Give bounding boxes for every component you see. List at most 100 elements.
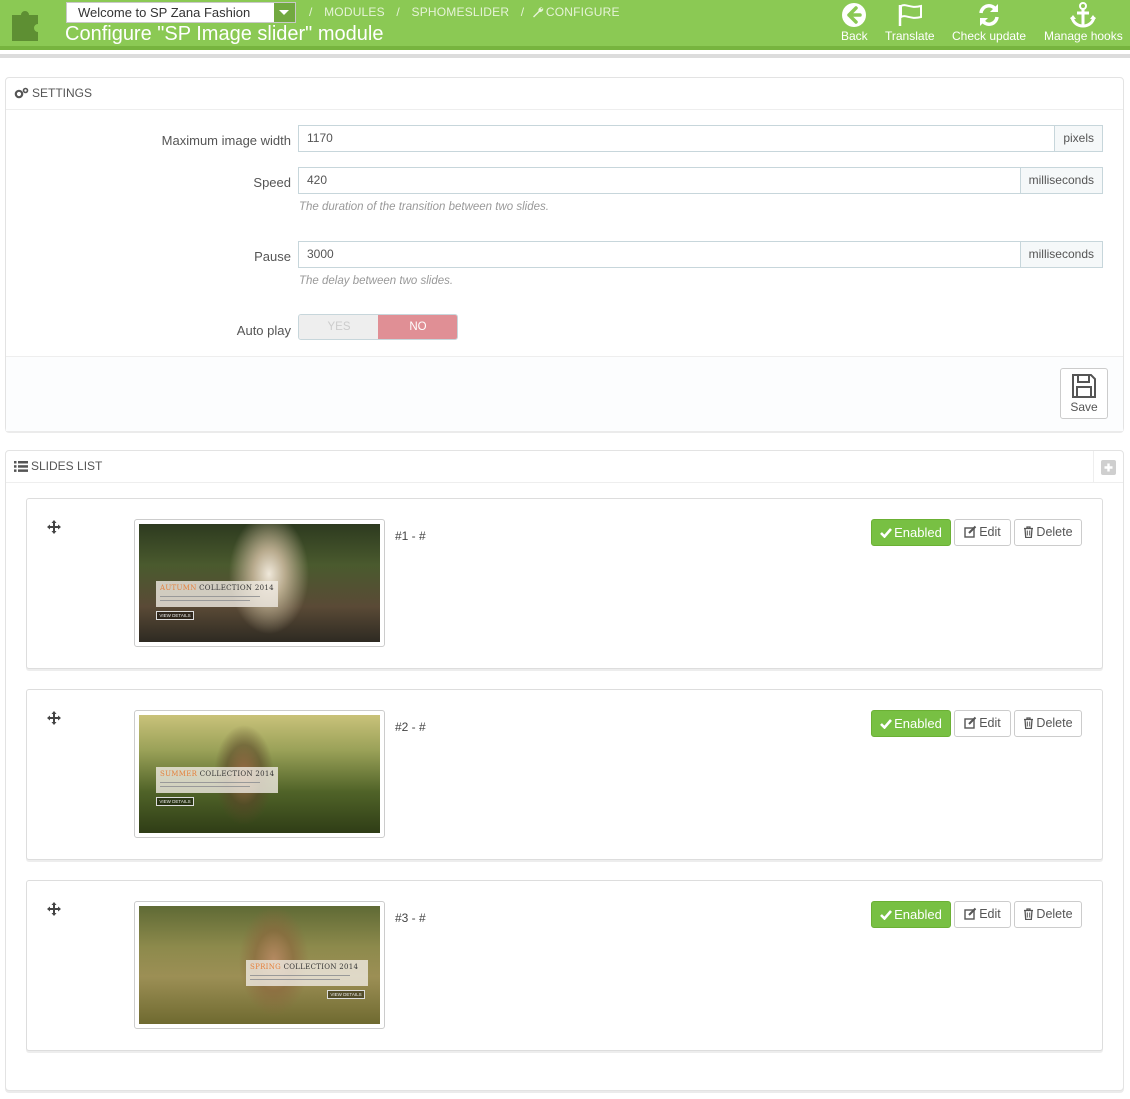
slide-caption-accent: AUTUMN	[160, 584, 197, 592]
delete-label: Delete	[1036, 525, 1073, 539]
delete-button[interactable]: Delete	[1014, 901, 1082, 928]
enabled-label: Enabled	[894, 907, 942, 922]
pause-value: 3000	[307, 247, 334, 261]
slides-list-heading: SLIDES LIST	[6, 451, 1123, 483]
edit-icon	[964, 716, 977, 729]
back-label: Back	[841, 29, 868, 43]
pause-input[interactable]: 3000 milliseconds	[298, 241, 1103, 268]
settings-heading-label: SETTINGS	[32, 86, 93, 100]
slide-caption-text: COLLECTION 2014	[197, 770, 275, 778]
check-update-button[interactable]: Check update	[952, 2, 1026, 43]
speed-label: Speed	[253, 175, 291, 190]
manage-hooks-button[interactable]: Manage hooks	[1044, 2, 1123, 43]
edit-button[interactable]: Edit	[954, 901, 1011, 928]
check-update-label: Check update	[952, 29, 1027, 43]
shop-selector-value: Welcome to SP Zana Fashion	[78, 5, 251, 20]
flag-icon	[898, 4, 922, 26]
enabled-label: Enabled	[894, 716, 942, 731]
enabled-label: Enabled	[894, 525, 942, 540]
edit-label: Edit	[979, 716, 1001, 730]
autoplay-label: Auto play	[236, 323, 291, 338]
breadcrumb: / MODULES / SPHOMESLIDER / CONFIGURE	[309, 5, 620, 19]
breadcrumb-sphomeslider[interactable]: SPHOMESLIDER	[411, 5, 509, 19]
edit-button[interactable]: Edit	[954, 519, 1011, 546]
edit-label: Edit	[979, 907, 1001, 921]
slide-view-details: VIEW DETAILS	[156, 611, 194, 620]
add-slide-button[interactable]	[1093, 451, 1123, 483]
delete-button[interactable]: Delete	[1014, 519, 1082, 546]
edit-icon	[964, 525, 977, 538]
speed-input[interactable]: 420 milliseconds	[298, 167, 1103, 194]
speed-help-text: The duration of the transition between t…	[299, 201, 549, 213]
delete-label: Delete	[1036, 716, 1073, 730]
slide-thumbnail: SPRING COLLECTION 2014 VIEW DETAILS	[134, 901, 385, 1029]
max-width-value: 1170	[307, 131, 333, 145]
slide-title: #2 - #	[395, 720, 426, 734]
enabled-toggle-button[interactable]: Enabled	[871, 901, 951, 928]
cogs-icon	[14, 87, 29, 99]
speed-unit: milliseconds	[1019, 168, 1102, 193]
header-shadow	[0, 54, 1130, 58]
max-width-unit: pixels	[1054, 126, 1102, 151]
refresh-icon	[979, 4, 999, 26]
settings-heading: SETTINGS	[6, 78, 1123, 110]
check-icon	[880, 719, 893, 730]
slide-thumbnail: SUMMER COLLECTION 2014 VIEW DETAILS	[134, 710, 385, 838]
slides-list-heading-label: SLIDES LIST	[31, 459, 103, 473]
slide-thumbnail: AUTUMN COLLECTION 2014 VIEW DETAILS	[134, 519, 385, 647]
save-label: Save	[1070, 400, 1098, 414]
shop-selector[interactable]: Welcome to SP Zana Fashion	[66, 2, 296, 23]
wrench-icon	[532, 7, 544, 18]
autoplay-switch[interactable]: YES NO	[298, 314, 458, 340]
chevron-down-icon	[274, 3, 295, 22]
back-button[interactable]: Back	[841, 2, 868, 43]
slide-item-3: SPRING COLLECTION 2014 VIEW DETAILS #3 -…	[26, 880, 1103, 1051]
check-icon	[880, 910, 893, 921]
slide-caption-accent: SPRING	[250, 963, 282, 971]
slide-item-2: SUMMER COLLECTION 2014 VIEW DETAILS #2 -…	[26, 689, 1103, 860]
trash-icon	[1024, 526, 1034, 539]
check-icon	[880, 528, 893, 539]
max-width-label: Maximum image width	[161, 133, 291, 148]
pause-unit: milliseconds	[1019, 242, 1102, 267]
plus-square-icon	[1101, 460, 1116, 475]
autoplay-yes-option[interactable]: YES	[299, 315, 379, 339]
settings-footer: Save	[6, 356, 1123, 431]
list-icon	[14, 461, 28, 472]
enabled-toggle-button[interactable]: Enabled	[871, 710, 951, 737]
autoplay-no-option[interactable]: NO	[378, 315, 457, 339]
slide-title: #1 - #	[395, 529, 426, 543]
slide-caption-text: COLLECTION 2014	[281, 963, 359, 971]
enabled-toggle-button[interactable]: Enabled	[871, 519, 951, 546]
move-arrows-icon[interactable]	[47, 711, 61, 725]
top-bar: Welcome to SP Zana Fashion / MODULES / S…	[0, 0, 1130, 50]
move-arrows-icon[interactable]	[47, 902, 61, 916]
trash-icon	[1024, 717, 1034, 730]
slide-caption-text: COLLECTION 2014	[196, 584, 274, 592]
slide-title: #3 - #	[395, 911, 426, 925]
edit-icon	[964, 907, 977, 920]
floppy-disk-icon	[1072, 374, 1096, 398]
breadcrumb-modules[interactable]: MODULES	[324, 5, 385, 19]
arrow-left-circle-icon	[842, 3, 867, 27]
puzzle-icon	[12, 11, 38, 41]
slide-item-1: AUTUMN COLLECTION 2014 VIEW DETAILS #1 -…	[26, 498, 1103, 669]
speed-value: 420	[307, 173, 328, 187]
delete-button[interactable]: Delete	[1014, 710, 1082, 737]
manage-hooks-label: Manage hooks	[1044, 29, 1123, 43]
save-button[interactable]: Save	[1060, 368, 1108, 419]
slide-view-details: VIEW DETAILS	[327, 990, 365, 999]
slides-list-panel: SLIDES LIST AUTUMN COLLECTION 2014 VIEW …	[5, 450, 1124, 1091]
edit-button[interactable]: Edit	[954, 710, 1011, 737]
translate-button[interactable]: Translate	[885, 2, 935, 43]
pause-help-text: The delay between two slides.	[299, 275, 454, 287]
slide-view-details: VIEW DETAILS	[156, 797, 194, 806]
trash-icon	[1024, 908, 1034, 921]
move-arrows-icon[interactable]	[47, 520, 61, 534]
breadcrumb-configure: CONFIGURE	[545, 5, 620, 19]
slide-caption-accent: SUMMER	[160, 770, 198, 778]
max-width-input[interactable]: 1170 pixels	[298, 125, 1103, 152]
settings-panel: SETTINGS Maximum image width 1170 pixels…	[5, 77, 1124, 431]
page-title: Configure "SP Image slider" module	[65, 23, 384, 45]
delete-label: Delete	[1036, 907, 1073, 921]
